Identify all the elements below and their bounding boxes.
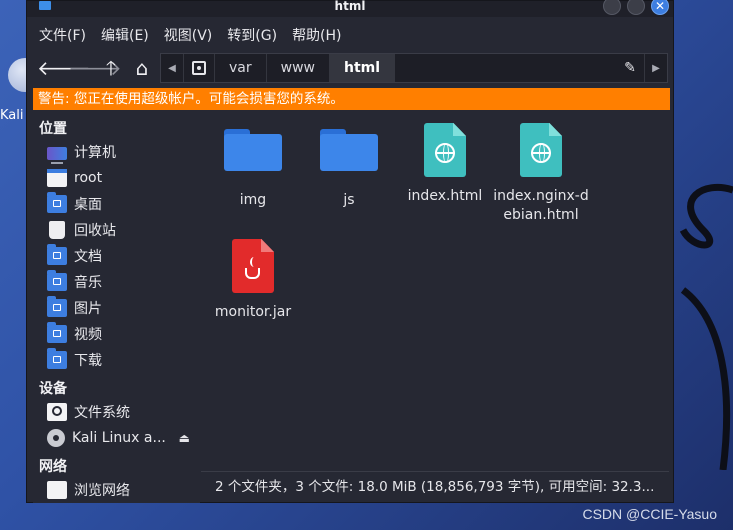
file-view: img js index.html index.nginx-debian.htm… [201,113,669,471]
up-arrow-icon[interactable]: 🡑 [99,56,123,80]
sidebar-item-desktop[interactable]: 桌面 [33,191,200,217]
sidebar-item-downloads[interactable]: 下载 [33,347,200,373]
desktop-folder-icon [47,192,67,213]
path-crumb-www[interactable]: www [267,54,330,82]
file-item-js[interactable]: js [301,113,397,210]
sidebar-item-root[interactable]: root [33,165,200,191]
path-crumb-var[interactable]: var [215,54,267,82]
file-item-img[interactable]: img [205,113,301,210]
path-scroll-left-icon[interactable]: ◀ [161,54,184,82]
folder-icon [224,129,282,171]
root-drive-icon [192,61,206,75]
drive-icon [47,403,67,421]
forward-arrow-icon[interactable]: 🡒 [68,56,122,80]
home-folder-icon [47,169,67,187]
sidebar-header-network: 网络 [39,459,67,475]
sidebar-item-browse-network[interactable]: 浏览网络 [33,477,200,503]
file-item-index-nginx-debian-html[interactable]: index.nginx-debian.html [493,113,589,225]
menu-help[interactable]: 帮助(H) [292,25,341,45]
sidebar-item-documents[interactable]: 文档 [33,243,200,269]
trash-icon [49,221,65,239]
sidebar-item-kali-disc[interactable]: Kali Linux a... ⏏ [33,425,200,451]
html-file-icon [424,123,466,177]
title-bar[interactable]: html ✕ [27,0,673,17]
sidebar-item-videos[interactable]: 视频 [33,321,200,347]
java-archive-icon [232,239,274,293]
folder-icon [320,129,378,171]
html-file-icon [520,123,562,177]
sidebar-item-computer[interactable]: 计算机 [33,139,200,165]
window-title: html [334,0,366,13]
path-bar: ◀ var www html ✎ ▶ [160,53,668,83]
videos-folder-icon [47,322,67,343]
sidebar-item-trash[interactable]: 回收站 [33,217,200,243]
menu-view[interactable]: 视图(V) [164,25,213,45]
toolbar: 🡐 🡒 🡑 ⌂ ◀ var www html ✎ ▶ [27,52,673,84]
menu-bar: 文件(F) 编辑(E) 视图(V) 转到(G) 帮助(H) [27,21,673,49]
menu-file[interactable]: 文件(F) [39,25,86,45]
network-icon [47,481,67,499]
home-icon[interactable]: ⌂ [130,56,154,80]
path-crumb-html[interactable]: html [329,54,396,82]
sidebar-item-music[interactable]: 音乐 [33,269,200,295]
edit-path-icon[interactable]: ✎ [616,54,644,82]
music-folder-icon [47,270,67,291]
path-crumb-root[interactable] [184,54,215,82]
back-arrow-icon[interactable]: 🡐 [37,56,91,80]
downloads-folder-icon [47,348,67,369]
sidebar-item-filesystem[interactable]: 文件系统 [33,399,200,425]
eject-icon[interactable]: ⏏ [179,431,190,445]
sidebar: 位置 计算机 root 桌面 回收站 文档 音乐 图片 视频 下载 设备 文件系… [33,113,200,503]
status-bar: 2 个文件夹，3 个文件: 18.0 MiB (18,856,793 字节), … [201,471,669,503]
path-scroll-right-icon[interactable]: ▶ [644,54,667,82]
optical-disc-icon [47,429,65,447]
pictures-folder-icon [47,296,67,317]
sidebar-item-pictures[interactable]: 图片 [33,295,200,321]
file-item-monitor-jar[interactable]: monitor.jar [205,229,301,322]
menu-go[interactable]: 转到(G) [227,25,277,45]
sidebar-header-places: 位置 [39,121,67,137]
documents-folder-icon [47,244,67,265]
computer-icon [47,146,67,164]
root-warning-banner: 警告: 您正在使用超级帐户。可能会损害您的系统。 [33,88,670,110]
watermark: CSDN @CCIE-Yasuo [582,506,717,522]
file-item-index-html[interactable]: index.html [397,113,493,206]
menu-edit[interactable]: 编辑(E) [101,25,149,45]
sidebar-header-devices: 设备 [39,381,67,397]
file-manager-window: html ✕ 文件(F) 编辑(E) 视图(V) 转到(G) 帮助(H) 🡐 🡒… [26,0,674,503]
